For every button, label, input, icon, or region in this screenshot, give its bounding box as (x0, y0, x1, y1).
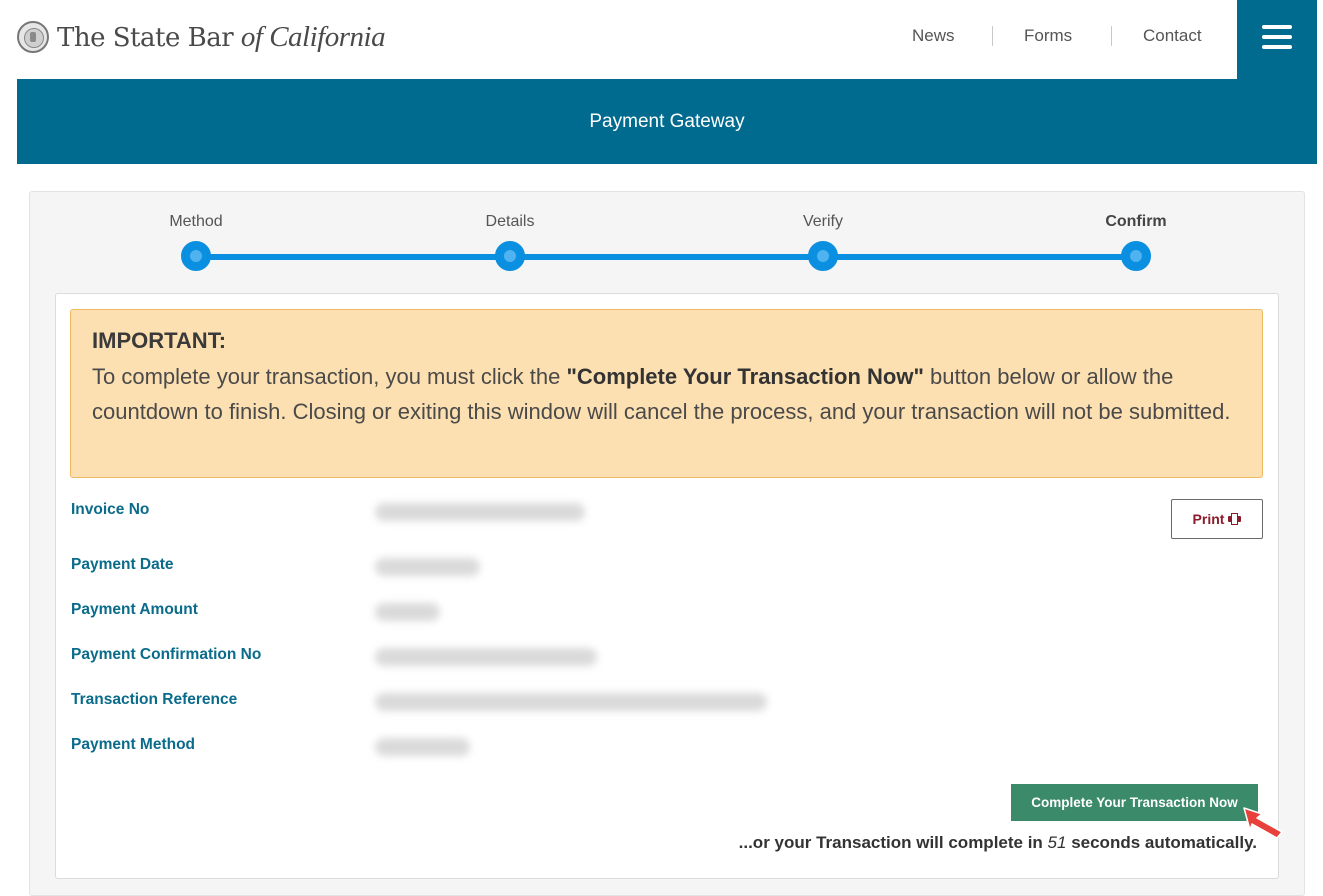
print-button[interactable]: Print (1171, 499, 1263, 539)
alert-text-before: To complete your transaction, you must c… (92, 364, 567, 389)
payment-date-label: Payment Date (71, 556, 174, 573)
step-verify: Verify (763, 212, 883, 271)
pointer-arrow-icon (1243, 807, 1283, 839)
stepper-progress-line (196, 254, 1136, 260)
countdown-text: ...or your Transaction will complete in … (739, 833, 1257, 853)
alert-message: To complete your transaction, you must c… (92, 360, 1241, 429)
logo-text: The State Bar of California (57, 20, 386, 54)
payment-method-value-redacted (375, 738, 470, 756)
printer-icon (1228, 513, 1242, 525)
countdown-suffix: seconds automatically. (1066, 833, 1257, 852)
logo-text-italic: of California (240, 20, 386, 53)
page-banner: Payment Gateway (17, 79, 1317, 164)
nav-forms-label[interactable]: Forms (1024, 26, 1072, 46)
countdown-prefix: ...or your Transaction will complete in (738, 833, 1048, 852)
transaction-reference-label: Transaction Reference (71, 691, 238, 708)
nav-link-forms[interactable]: Forms (1024, 24, 1072, 48)
nav-divider (1111, 26, 1112, 46)
nav-news-label[interactable]: News (912, 26, 955, 46)
nav-contact-label[interactable]: Contact (1143, 26, 1202, 46)
site-logo[interactable]: The State Bar of California (17, 20, 386, 54)
transaction-reference-value-redacted (375, 693, 767, 711)
state-bar-seal-icon (17, 21, 49, 53)
payment-method-label: Payment Method (71, 736, 196, 753)
payment-confirmation-no-label: Payment Confirmation No (71, 646, 262, 663)
page-title: Payment Gateway (589, 110, 745, 132)
complete-transaction-button[interactable]: Complete Your Transaction Now (1011, 784, 1258, 821)
hamburger-bar (1262, 35, 1292, 39)
step-label: Details (485, 213, 535, 230)
invoice-no-label: Invoice No (71, 501, 150, 518)
countdown-seconds: 51 (1047, 833, 1067, 852)
print-button-label: Print (1192, 511, 1225, 527)
step-dot-icon (808, 241, 838, 271)
nav-divider (992, 26, 993, 46)
step-label-active: Confirm (1105, 213, 1167, 230)
step-label: Method (169, 213, 223, 230)
step-confirm: Confirm (1076, 212, 1196, 271)
payment-confirmation-no-value-redacted (375, 648, 597, 666)
payment-date-value-redacted (375, 558, 480, 576)
hamburger-bar (1262, 25, 1292, 29)
step-dot-icon (181, 241, 211, 271)
hamburger-bar (1262, 45, 1292, 49)
top-bar: The State Bar of California News Forms C… (0, 0, 1323, 79)
step-method: Method (136, 212, 256, 271)
nav-link-news[interactable]: News (912, 24, 955, 48)
important-alert: IMPORTANT: To complete your transaction,… (70, 309, 1263, 478)
invoice-no-value-redacted (375, 503, 585, 521)
hamburger-menu-button[interactable] (1237, 0, 1317, 79)
payment-amount-label: Payment Amount (71, 601, 198, 618)
step-label: Verify (802, 213, 843, 230)
alert-heading: IMPORTANT: (92, 328, 227, 353)
alert-text-bold: "Complete Your Transaction Now" (566, 364, 924, 389)
step-dot-icon (1121, 241, 1151, 271)
step-dot-icon (495, 241, 525, 271)
payment-amount-value-redacted (375, 603, 440, 621)
nav-link-contact[interactable]: Contact (1143, 24, 1202, 48)
step-details: Details (450, 212, 570, 271)
logo-text-main: The State Bar (57, 22, 234, 53)
